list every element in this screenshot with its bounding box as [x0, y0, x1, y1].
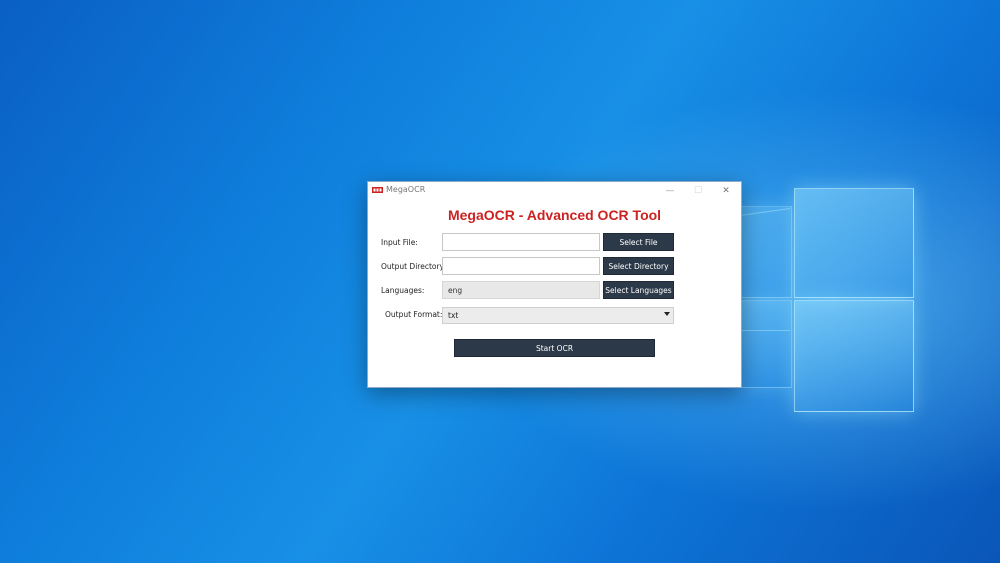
- output-format-value: txt: [448, 311, 459, 320]
- minimize-button[interactable]: —: [656, 182, 684, 199]
- languages-label: Languages:: [381, 286, 425, 295]
- app-heading: MegaOCR - Advanced OCR Tool: [447, 207, 662, 223]
- desktop-background: MegaOCR — ☐ ✕ MegaOCR - Advanced OCR Too…: [0, 0, 1000, 563]
- maximize-button[interactable]: ☐: [684, 182, 712, 199]
- logo-pane-bottom-left: [740, 300, 792, 388]
- logo-pane-bottom-right: [794, 300, 914, 412]
- select-languages-button[interactable]: Select Languages: [603, 281, 674, 299]
- close-icon: ✕: [722, 185, 730, 196]
- output-format-select[interactable]: txt: [442, 307, 674, 324]
- output-directory-label: Output Directory:: [381, 262, 446, 271]
- maximize-icon: ☐: [693, 185, 703, 196]
- logo-pane-top-right: [794, 188, 914, 298]
- input-file-field[interactable]: [442, 233, 600, 251]
- title-bar[interactable]: MegaOCR — ☐ ✕: [368, 182, 741, 199]
- megaocr-window: MegaOCR — ☐ ✕ MegaOCR - Advanced OCR Too…: [367, 181, 742, 388]
- logo-pane-top-left: [740, 206, 792, 298]
- languages-field[interactable]: [442, 281, 600, 299]
- output-directory-field[interactable]: [442, 257, 600, 275]
- window-title: MegaOCR: [386, 185, 426, 194]
- select-file-button[interactable]: Select File: [603, 233, 674, 251]
- chevron-down-icon: [664, 312, 670, 316]
- select-directory-button[interactable]: Select Directory: [603, 257, 674, 275]
- close-button[interactable]: ✕: [712, 182, 740, 199]
- minimize-icon: —: [665, 185, 675, 196]
- megaocr-logo-icon: [372, 187, 383, 193]
- start-ocr-button[interactable]: Start OCR: [454, 339, 655, 357]
- input-file-label: Input File:: [381, 238, 418, 247]
- output-format-label: Output Format:: [385, 310, 443, 319]
